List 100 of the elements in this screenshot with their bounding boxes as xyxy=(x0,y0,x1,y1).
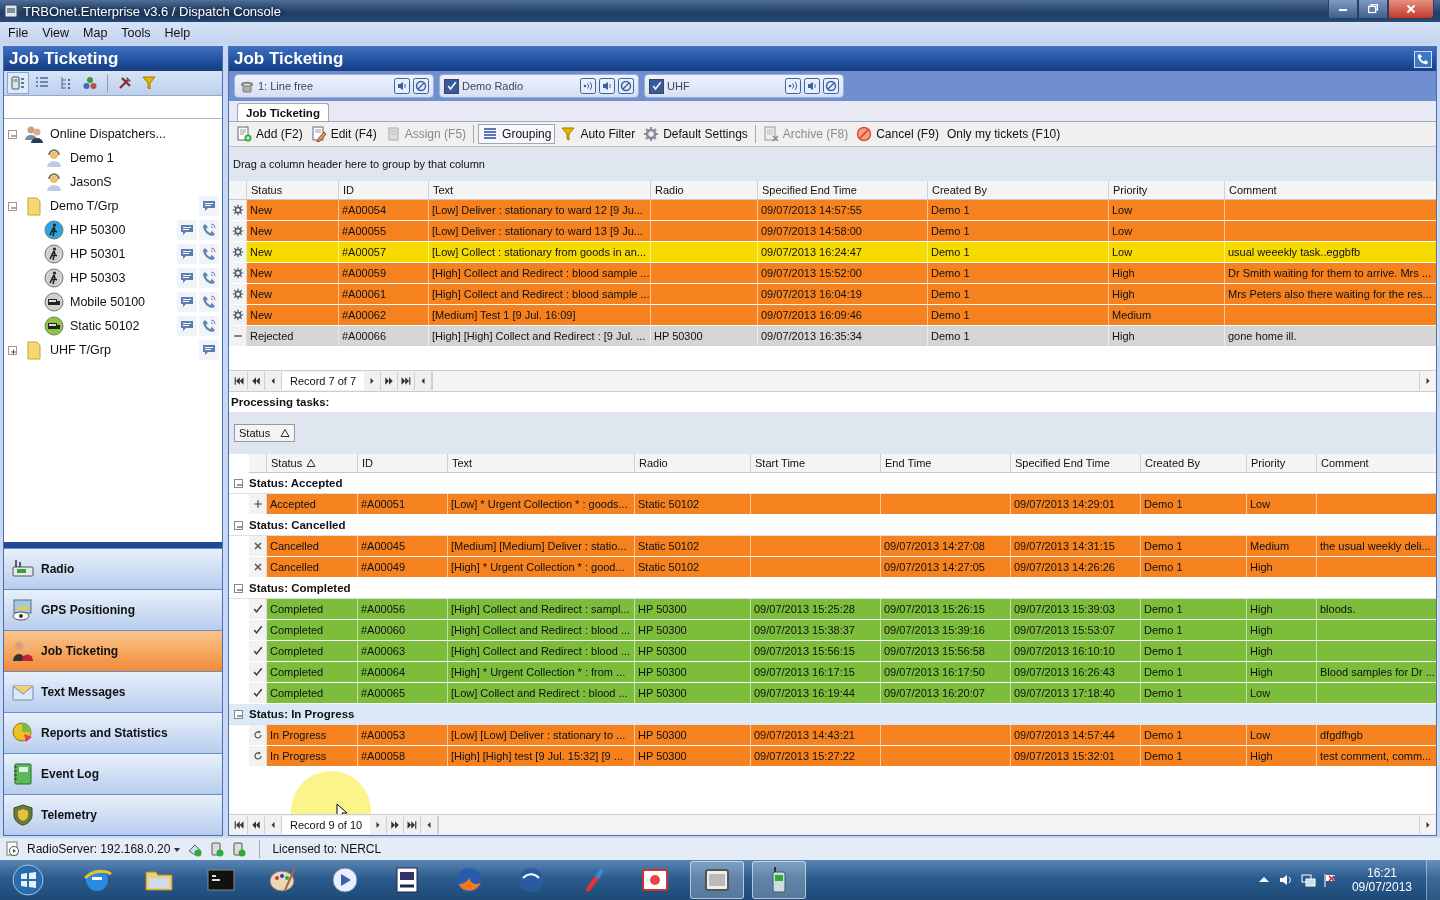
table-row[interactable]: New #A00061 [High] Collect and Redirect : blood sample ... 09/07/2013 16:04:19 Demo 1 High Mrs Peters also there waiting for the res... xyxy=(229,284,1436,305)
minimize-button[interactable] xyxy=(1328,0,1358,19)
toolbar-button[interactable]: Add (F2) xyxy=(233,124,306,144)
nav-button[interactable]: Job Ticketing xyxy=(4,630,222,671)
start-button[interactable] xyxy=(10,862,46,898)
column-header[interactable]: Text xyxy=(448,454,635,472)
column-header[interactable]: Text xyxy=(429,181,651,199)
tree-item-label[interactable]: JasonS xyxy=(70,175,112,189)
table-row[interactable]: New #A00055 [Low] Deliver : stationary to ward 13 [9 Ju... 09/07/2013 14:58:00 Demo 1 Low xyxy=(229,221,1436,242)
table-row[interactable]: Completed #A00064 [High] * Urgent Collection * : from ... HP 50300 09/07/2013 16:17:15 09/07/2013 16:17:50 09/07/2013 16:26:43 Demo 1 High Blood samples for Dr ... xyxy=(249,662,1436,683)
nav-button[interactable]: Radio xyxy=(4,548,222,589)
column-header[interactable]: Priority xyxy=(1109,181,1225,199)
toolbar-button[interactable]: Auto Filter xyxy=(557,124,639,144)
horizontal-scrollbar[interactable] xyxy=(438,816,1436,834)
column-header[interactable]: Comment xyxy=(1317,454,1438,472)
group-by-chip[interactable]: Status xyxy=(234,424,296,442)
expand-toggle[interactable] xyxy=(234,478,243,488)
table-row[interactable]: Cancelled #A00045 [Medium] [Medium] Deliver : statio... Static 50102 09/07/2013 14:27:08 09/07/2013 14:31:15 Demo 1 Medium the usual weekly deli... xyxy=(249,536,1436,557)
toolbar-button[interactable]: Default Settings xyxy=(640,124,751,144)
tree-item-label[interactable]: UHF T/Grp xyxy=(50,343,111,357)
column-header[interactable]: Created By xyxy=(928,181,1109,199)
column-header[interactable]: ID xyxy=(339,181,429,199)
table-row[interactable]: New #A00059 [High] Collect and Redirect : blood sample ... 09/07/2013 15:52:00 Demo 1 High Dr Smith waiting for them to arrive. Mrs ... xyxy=(229,263,1436,284)
tree-item-label[interactable]: Online Dispatchers... xyxy=(50,127,167,141)
horizontal-scrollbar[interactable] xyxy=(432,372,1436,390)
table-row[interactable]: In Progress #A00053 [Low] [Low] Deliver : stationary to ... HP 50300 09/07/2013 14:43:21 09/07/2013 14:57:44 Demo 1 Low dfgdfhgb xyxy=(249,725,1436,746)
show-desktop-button[interactable] xyxy=(1426,860,1440,900)
tree-item-label[interactable]: HP 50301 xyxy=(70,247,126,261)
table-row[interactable]: Completed #A00056 [High] Collect and Redirect : sampl... HP 50300 09/07/2013 15:25:28 09/07/2013 15:26:15 09/07/2013 15:39:03 Demo 1 High bloods. xyxy=(249,599,1436,620)
call-button[interactable] xyxy=(199,316,219,336)
block-button[interactable] xyxy=(618,78,634,94)
column-header[interactable]: Status xyxy=(247,181,339,199)
table-row[interactable]: Cancelled #A00049 [High] * Urgent Collection * : good... Static 50102 09/07/2013 14:27:05 09/07/2013 14:26:26 Demo 1 High xyxy=(249,557,1436,578)
speaker-button[interactable] xyxy=(599,78,615,94)
tree-item-label[interactable]: Demo T/Grp xyxy=(50,199,119,213)
broadcast-button[interactable] xyxy=(785,78,801,94)
table-row[interactable]: Completed #A00063 [High] Collect and Redirect : blood ... HP 50300 09/07/2013 15:56:15 09/07/2013 15:56:58 09/07/2013 16:10:10 Demo 1 High xyxy=(249,641,1436,662)
table-row[interactable]: Accepted #A00051 [Low] * Urgent Collection * : goods... Static 50102 09/07/2013 14:29:01 Demo 1 Low xyxy=(249,494,1436,515)
tree-item-label[interactable]: Demo 1 xyxy=(70,151,114,165)
call-button[interactable] xyxy=(199,244,219,264)
taskbar-button[interactable] xyxy=(690,861,744,899)
nav-button[interactable]: Telemetry xyxy=(4,794,222,835)
restore-button[interactable] xyxy=(1358,0,1388,19)
column-header[interactable]: Specified End Time xyxy=(1011,454,1141,472)
nav-button[interactable]: GPS Positioning xyxy=(4,589,222,630)
table-row[interactable]: New #A00057 [Low] Collect : stationary from goods in an... 09/07/2013 16:24:47 Demo 1 Low usual weeekly task..eggbfb xyxy=(229,242,1436,263)
toolbar-button[interactable]: Cancel (F9) xyxy=(853,124,942,144)
menu-item[interactable]: File xyxy=(2,24,35,42)
column-header[interactable]: Start Time xyxy=(751,454,881,472)
call-button[interactable] xyxy=(199,292,219,312)
message-button[interactable] xyxy=(177,316,197,336)
toolbar-button[interactable]: Grouping xyxy=(478,124,556,144)
table-row[interactable]: New #A00062 [Medium] Test 1 [9 Jul. 16:09] 09/07/2013 16:09:46 Demo 1 Medium xyxy=(229,305,1436,326)
tray-button[interactable] xyxy=(1321,872,1338,888)
expand-toggle[interactable] xyxy=(234,709,243,719)
expand-toggle[interactable] xyxy=(8,129,17,139)
phone-button[interactable] xyxy=(1414,50,1432,68)
block-button[interactable] xyxy=(823,78,839,94)
message-button[interactable] xyxy=(177,292,197,312)
table-row[interactable]: New #A00054 [Low] Deliver : stationary to ward 12 [9 Ju... 09/07/2013 14:57:55 Demo 1 Low xyxy=(229,200,1436,221)
splitter-handle[interactable] xyxy=(4,542,222,548)
call-button[interactable] xyxy=(199,220,219,240)
nav-button[interactable]: Text Messages xyxy=(4,671,222,712)
table-row[interactable]: Completed #A00065 [Low] Collect and Redirect : blood ... HP 50300 09/07/2013 16:19:44 09/07/2013 16:20:07 09/07/2013 17:18:40 Demo 1 Low xyxy=(249,683,1436,704)
close-button[interactable] xyxy=(1388,0,1434,19)
server-dropdown[interactable]: RadioServer: 192.168.0.20 xyxy=(27,842,182,856)
nav-button[interactable]: Reports and Statistics xyxy=(4,712,222,753)
column-header[interactable]: Comment xyxy=(1225,181,1438,199)
block-button[interactable] xyxy=(413,78,429,94)
column-header[interactable]: Radio xyxy=(651,181,758,199)
speaker-button[interactable] xyxy=(394,78,410,94)
tree-item-label[interactable]: Static 50102 xyxy=(70,319,140,333)
column-header[interactable]: Status xyxy=(267,454,358,472)
message-button[interactable] xyxy=(199,196,219,216)
tree-item-label[interactable]: HP 50303 xyxy=(70,271,126,285)
speaker-button[interactable] xyxy=(804,78,820,94)
column-header[interactable]: End Time xyxy=(881,454,1011,472)
tree-item-label[interactable]: HP 50300 xyxy=(70,223,126,237)
call-button[interactable] xyxy=(199,268,219,288)
table-row[interactable]: Completed #A00060 [High] Collect and Redirect : blood ... HP 50300 09/07/2013 15:38:37 09/07/2013 15:39:16 09/07/2013 15:53:07 Demo 1 High xyxy=(249,620,1436,641)
channel-checkbox[interactable] xyxy=(444,78,459,94)
message-button[interactable] xyxy=(177,268,197,288)
table-row[interactable]: In Progress #A00058 [High] [High] test [9 Jul. 15:32] [9 ... HP 50300 09/07/2013 15:27:22 09/07/2013 15:32:01 Demo 1 High test comment, comm... xyxy=(249,746,1436,767)
nav-button[interactable]: Event Log xyxy=(4,753,222,794)
tray-button[interactable] xyxy=(1299,872,1316,888)
menu-item[interactable]: Tools xyxy=(115,24,157,42)
column-header[interactable]: Specified End Time xyxy=(758,181,928,199)
toolbar-button[interactable] xyxy=(7,72,29,94)
expand-toggle[interactable] xyxy=(8,201,17,211)
tab[interactable]: Job Ticketing xyxy=(237,103,329,121)
menu-item[interactable]: Map xyxy=(77,24,114,42)
column-header[interactable]: Created By xyxy=(1141,454,1247,472)
table-row[interactable]: Rejected #A00066 [High] [High] Collect and Redirect : [9 Jul. ... HP 50300 09/07/2013 16:35:34 Demo 1 High gone home ill. xyxy=(229,326,1436,347)
message-button[interactable] xyxy=(177,220,197,240)
toolbar-button[interactable]: Edit (F4) xyxy=(307,124,380,144)
message-button[interactable] xyxy=(199,340,219,360)
column-header[interactable]: ID xyxy=(358,454,448,472)
expand-toggle[interactable] xyxy=(234,520,243,530)
tray-button[interactable] xyxy=(1277,872,1294,888)
channel-checkbox[interactable] xyxy=(649,78,664,94)
